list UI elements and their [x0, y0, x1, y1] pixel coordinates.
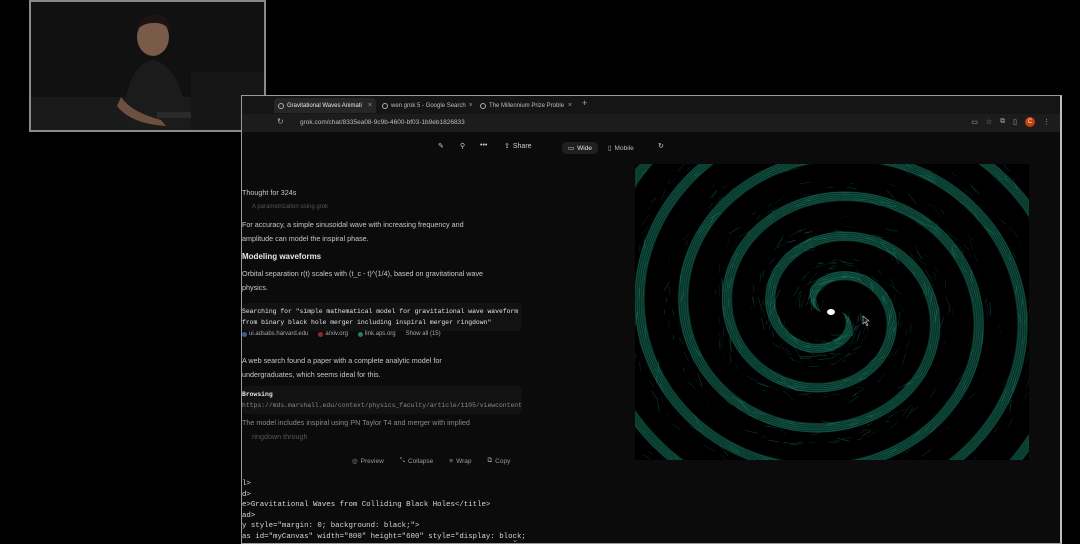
source-label: arxiv.org: [325, 331, 348, 337]
edit-icon[interactable]: ✎: [438, 142, 444, 150]
canvas-preview[interactable]: [635, 164, 1029, 460]
section-heading: Modeling waveforms: [242, 250, 321, 264]
mobile-button[interactable]: ▯ Mobile: [602, 142, 640, 154]
scroll-down-icon[interactable]: ⌄: [512, 536, 518, 544]
para2-line2: physics.: [242, 281, 268, 295]
thought-label[interactable]: Thought for 324s: [242, 186, 296, 200]
presenter-video: [31, 2, 266, 132]
wrap-label: Wrap: [456, 458, 471, 465]
address-bar: ↻ grok.com/chat/8335ea08-9c9b-4600-bf03-…: [242, 114, 1060, 132]
source-item[interactable]: link.aps.org: [358, 331, 396, 337]
share-icon: ⇪: [504, 142, 510, 150]
wrap-button[interactable]: ≡ Wrap: [449, 457, 471, 465]
view-toggle: ▭ Wide ▯ Mobile: [562, 140, 640, 156]
para1-line1: For accuracy, a simple sinusoidal wave w…: [242, 218, 464, 232]
monitor-icon: ▭: [568, 144, 574, 152]
source-list: ui.adsabs.harvard.edu arxiv.org link.aps…: [242, 331, 441, 337]
collapse-button[interactable]: ⤡ Collapse: [400, 457, 434, 465]
search-line1: Searching for "simple mathematical model…: [242, 306, 522, 317]
url-field[interactable]: grok.com/chat/8335ea08-9c9b-4600-bf03-1b…: [292, 116, 940, 130]
address-bar-icons: ▭ ☆ ⧉ ▯ C ⋮: [971, 117, 1050, 127]
menu-kebab-icon[interactable]: ⋮: [1043, 118, 1050, 126]
tab-title: Gravitational Waves Animati: [287, 103, 362, 109]
source-item[interactable]: ui.adsabs.harvard.edu: [242, 331, 308, 337]
pin-icon[interactable]: ⚲: [460, 142, 465, 150]
search-query-box: Searching for "simple mathematical model…: [242, 303, 522, 331]
tab-title: wen grok 5 - Google Search: [391, 103, 466, 109]
source-favicon-icon: [358, 332, 363, 337]
wide-button[interactable]: ▭ Wide: [562, 142, 598, 154]
source-favicon-icon: [318, 332, 323, 337]
faded-line: A parametrization using grok: [252, 200, 328, 214]
preview-button[interactable]: ◎ Preview: [352, 457, 384, 465]
source-favicon-icon: [242, 332, 247, 337]
extensions-icon[interactable]: ⧉: [1000, 118, 1005, 126]
profile-avatar[interactable]: C: [1025, 117, 1035, 127]
code-line: e>Gravitational Waves from Colliding Bla…: [242, 500, 532, 511]
cast-icon[interactable]: ▭: [971, 118, 978, 126]
tab-bar: Gravitational Waves Animati × wen grok 5…: [242, 96, 1060, 114]
mobile-label: Mobile: [615, 145, 634, 152]
gravitational-wave-canvas[interactable]: [635, 164, 1029, 460]
close-tab-icon[interactable]: ×: [368, 102, 372, 109]
tab-gravitational-waves[interactable]: Gravitational Waves Animati ×: [274, 98, 376, 113]
share-button[interactable]: ⇪ Share: [504, 142, 532, 150]
para3-line2: undergraduates, which seems ideal for th…: [242, 368, 381, 382]
browsing-box: Browsing https://mds.marshall.edu/contex…: [242, 386, 522, 414]
tab-title: The Millennium Prize Proble: [489, 103, 564, 109]
sidebar-icon[interactable]: ▯: [1013, 118, 1017, 126]
phone-icon: ▯: [608, 144, 612, 152]
reload-icon[interactable]: ↻: [277, 117, 284, 126]
collapse-label: Collapse: [408, 458, 433, 465]
more-icon[interactable]: •••: [480, 142, 487, 149]
new-tab-icon[interactable]: +: [582, 98, 587, 108]
code-line: l>: [242, 479, 532, 490]
close-tab-icon[interactable]: ×: [469, 102, 473, 109]
code-line: y style="margin: 0; background: black;">: [242, 521, 532, 532]
browser-window: Gravitational Waves Animati × wen grok 5…: [241, 95, 1062, 544]
refresh-icon[interactable]: ↻: [658, 142, 664, 150]
close-tab-icon[interactable]: ×: [568, 102, 572, 109]
browsing-label: Browsing: [242, 389, 522, 400]
google-favicon-icon: [382, 103, 388, 109]
copy-icon: ⧉: [488, 457, 493, 465]
search-line2: from binary black hole merger including …: [242, 317, 522, 328]
preview-label: Preview: [361, 458, 384, 465]
copy-button[interactable]: ⧉ Copy: [488, 457, 511, 465]
wrap-icon: ≡: [449, 458, 453, 465]
code-actions: ◎ Preview ⤡ Collapse ≡ Wrap ⧉ Copy: [352, 457, 510, 465]
wide-label: Wide: [577, 145, 592, 152]
code-block: l> d> e>Gravitational Waves from Collidi…: [242, 479, 532, 543]
copy-label: Copy: [495, 458, 510, 465]
black-hole-merger: [827, 309, 835, 315]
show-all-sources[interactable]: Show all (15): [406, 331, 441, 337]
para1-line2: amplitude can model the inspiral phase.: [242, 232, 369, 246]
collapse-icon: ⤡: [400, 457, 405, 465]
para4-line1: The model includes inspiral using PN Tay…: [242, 416, 470, 430]
grok-toolbar: ✎ ⚲ ••• ⇪ Share ▭ Wide ▯ Mobile ↻: [242, 136, 1062, 160]
tab-millennium-prize[interactable]: The Millennium Prize Proble ×: [476, 98, 576, 113]
source-label: ui.adsabs.harvard.edu: [249, 331, 308, 337]
page-favicon-icon: [480, 103, 486, 109]
source-item[interactable]: arxiv.org: [318, 331, 348, 337]
bookmark-star-icon[interactable]: ☆: [986, 118, 992, 126]
share-label: Share: [513, 143, 532, 150]
browsing-url[interactable]: https://mds.marshall.edu/context/physics…: [242, 400, 522, 411]
webcam-overlay: [29, 0, 266, 132]
play-icon: ◎: [352, 457, 358, 465]
para4-line2: ringdown through: [252, 430, 308, 444]
para2-line1: Orbital separation r(t) scales with (t_c…: [242, 267, 483, 281]
source-label: link.aps.org: [365, 331, 396, 337]
code-line: d>: [242, 490, 532, 501]
code-line: ad>: [242, 511, 532, 522]
para3-line1: A web search found a paper with a comple…: [242, 354, 442, 368]
tab-google-search[interactable]: wen grok 5 - Google Search ×: [378, 98, 474, 113]
grok-favicon-icon: [278, 103, 284, 109]
code-line: as id="myCanvas" width="800" height="600…: [242, 532, 532, 543]
